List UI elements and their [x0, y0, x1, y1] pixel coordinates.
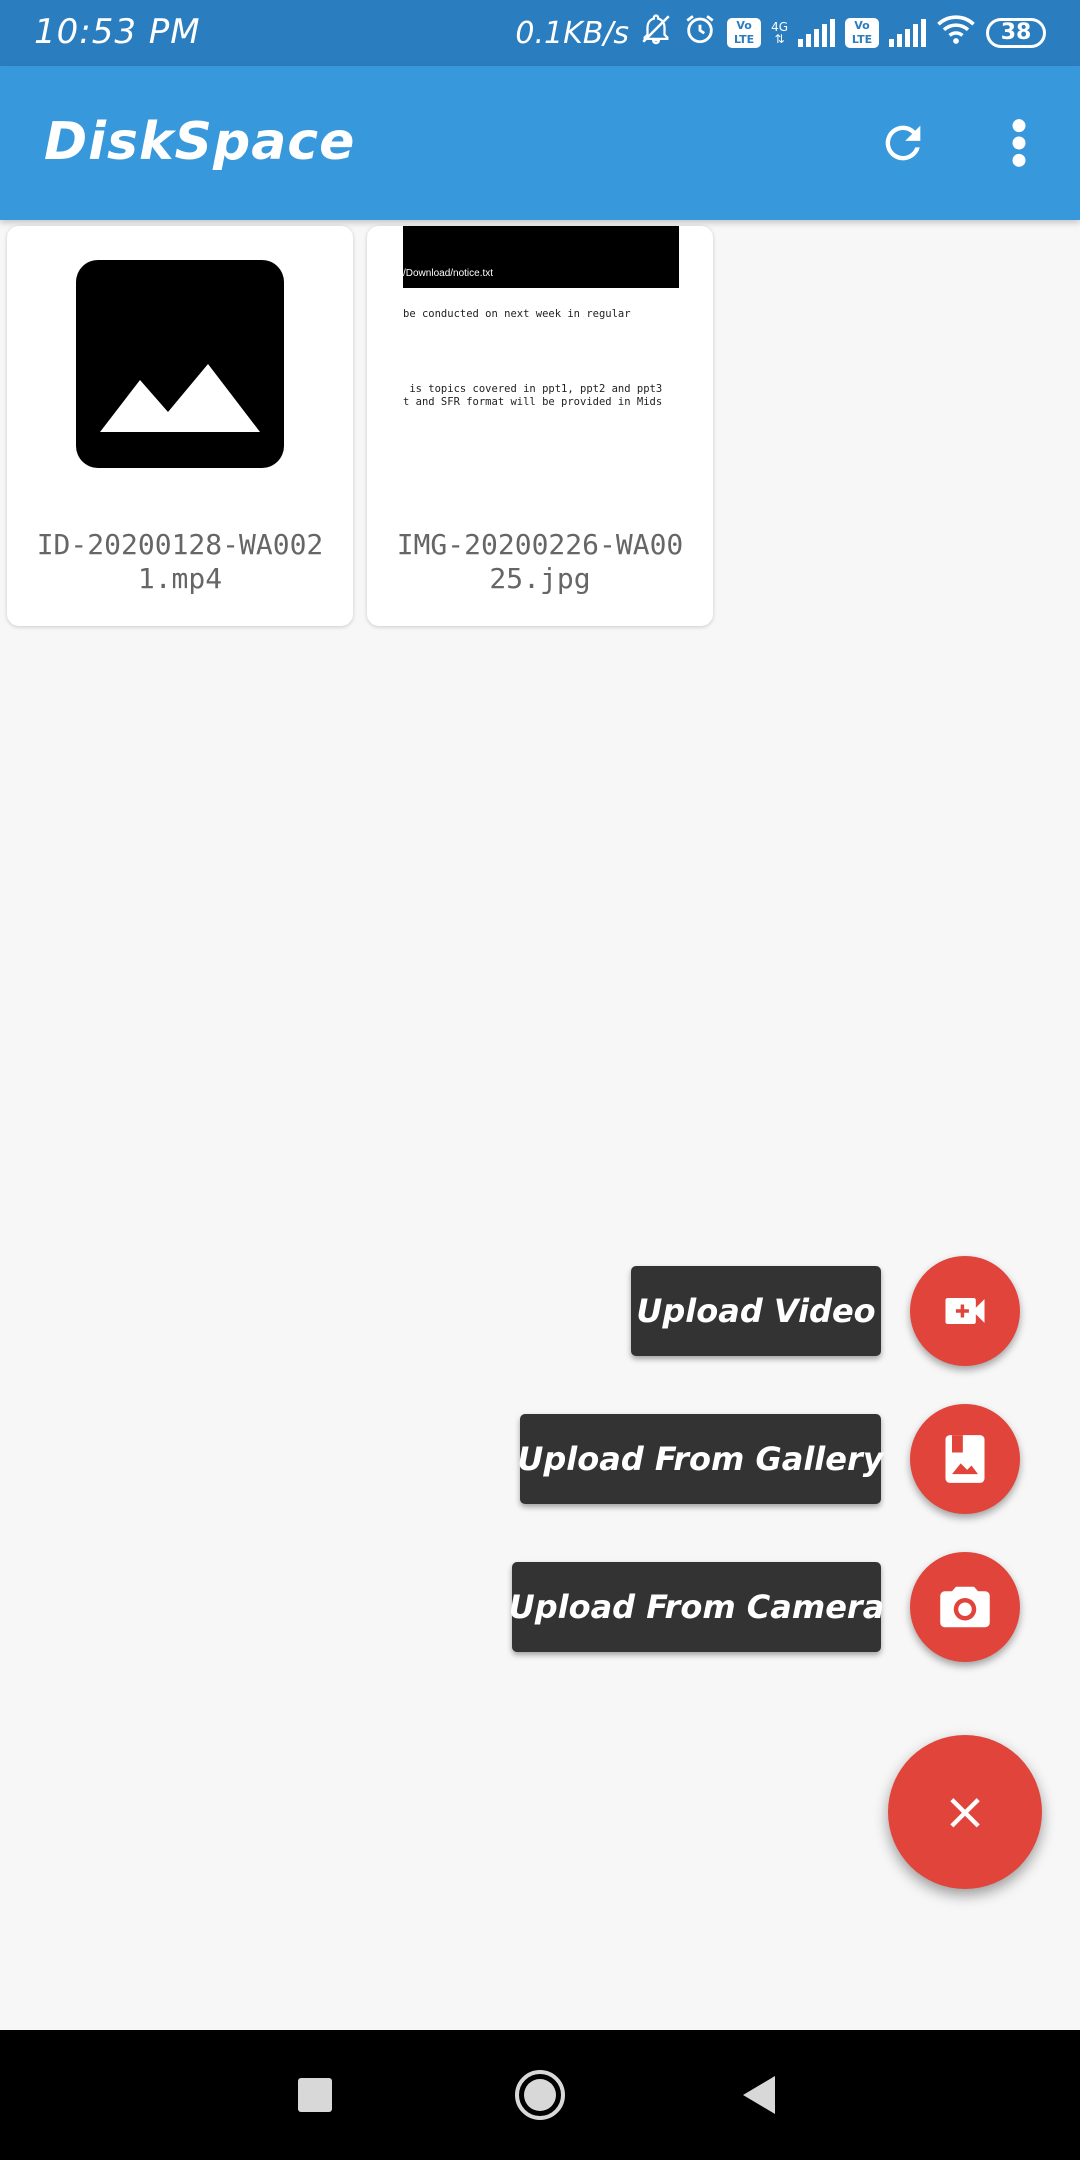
home-icon: [515, 2070, 565, 2120]
recents-icon: [298, 2078, 332, 2112]
close-icon: ×: [943, 1782, 987, 1842]
file-name: ID-20200128-WA002 1.mp4: [7, 528, 353, 596]
back-icon: [743, 2076, 775, 2114]
more-vert-icon: [1012, 119, 1026, 167]
net-speed: 0.1KB/s: [515, 15, 630, 51]
file-card[interactable]: ID-20200128-WA002 1.mp4: [7, 226, 353, 626]
video-add-icon: [945, 1298, 985, 1324]
wifi-icon: [936, 13, 976, 53]
file-name-line1: ID-20200128-WA002: [36, 528, 324, 561]
upload-camera-label[interactable]: Upload From Camera: [509, 1562, 884, 1652]
recents-button[interactable]: [285, 2065, 345, 2125]
network-type: 4G ⇅: [771, 21, 788, 45]
upload-gallery-label[interactable]: Upload From Gallery: [517, 1414, 884, 1504]
home-button[interactable]: [510, 2065, 570, 2125]
status-time: 10:53 PM: [34, 12, 201, 52]
preview-line: is topics covered in ppt1, ppt2 and ppt3: [403, 383, 663, 395]
file-card[interactable]: /Download/notice.txt be conducted on nex…: [367, 226, 713, 626]
battery-indicator: 38: [986, 18, 1046, 48]
file-name-line2: 25.jpg: [489, 562, 591, 595]
back-button[interactable]: [730, 2065, 790, 2125]
signal-icon-2: [889, 19, 926, 47]
status-bar: 10:53 PM 0.1KB/s Vo LTE 4G ⇅ Vo LTE 38: [0, 0, 1080, 66]
upload-video-button[interactable]: [910, 1256, 1020, 1366]
preview-header: /Download/notice.txt: [403, 226, 679, 288]
file-name-line2: 1.mp4: [137, 562, 223, 595]
upload-camera-button[interactable]: [910, 1552, 1020, 1662]
more-options-button[interactable]: [986, 110, 1052, 176]
refresh-icon: [885, 125, 921, 161]
data-arrows-icon: ⇅: [774, 32, 785, 46]
image-placeholder-icon: [76, 260, 284, 468]
bell-off-icon: [639, 12, 673, 54]
app-title: DiskSpace: [44, 112, 356, 172]
navigation-bar: [0, 2030, 1080, 2160]
app-bar: DiskSpace: [0, 66, 1080, 220]
alarm-icon: [683, 12, 717, 54]
volte-icon-2: Vo LTE: [845, 18, 879, 48]
photo-album-icon: [945, 1435, 985, 1483]
status-icons: 0.1KB/s Vo LTE 4G ⇅ Vo LTE 38: [515, 10, 1046, 56]
upload-gallery-button[interactable]: [910, 1404, 1020, 1514]
preview-path: /Download/notice.txt: [403, 268, 494, 279]
file-name: IMG-20200226-WA00 25.jpg: [367, 528, 713, 596]
close-fab-menu-button[interactable]: ×: [888, 1735, 1042, 1889]
refresh-button[interactable]: [870, 110, 936, 176]
file-name-line1: IMG-20200226-WA00: [396, 528, 684, 561]
signal-icon: [798, 19, 835, 47]
camera-icon: [940, 1586, 990, 1628]
preview-line: t and SFR format will be provided in Mid…: [403, 396, 663, 408]
preview-line: be conducted on next week in regular: [403, 308, 631, 320]
volte-icon: Vo LTE: [727, 18, 762, 48]
document-preview: /Download/notice.txt be conducted on nex…: [403, 226, 679, 426]
upload-video-label[interactable]: Upload Video: [631, 1266, 881, 1356]
